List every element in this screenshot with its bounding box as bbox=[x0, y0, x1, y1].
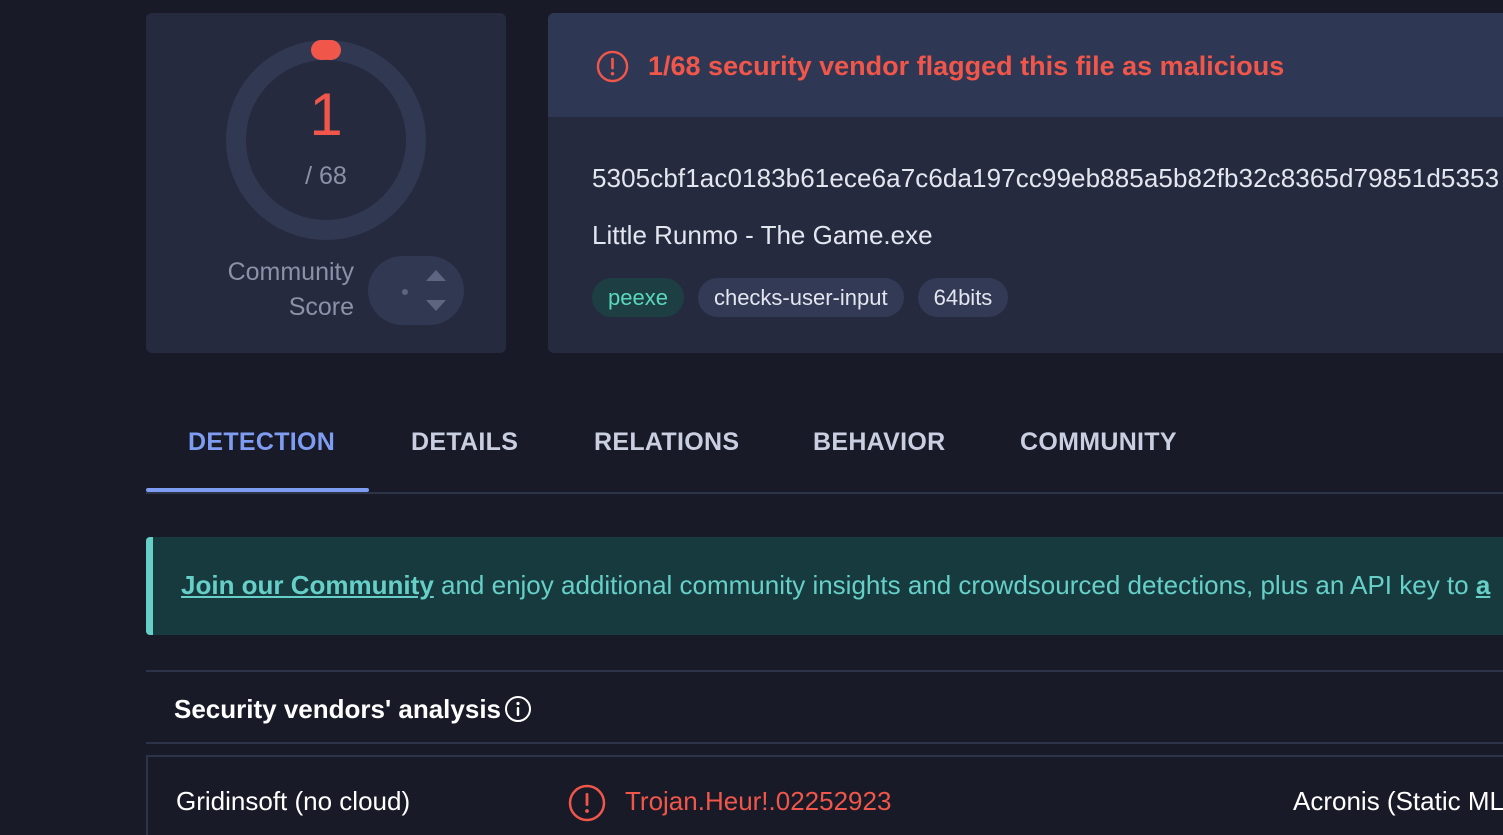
tabs-divider bbox=[146, 492, 1503, 494]
tag-peexe[interactable]: peexe bbox=[592, 278, 684, 317]
report-tabs: DETECTION DETAILS RELATIONS BEHAVIOR COM… bbox=[146, 400, 1503, 494]
table-row: Gridinsoft (no cloud) Trojan.Heur!.02252… bbox=[146, 755, 1503, 835]
community-vote-control[interactable] bbox=[368, 256, 464, 325]
detection-ring: 1 / 68 bbox=[226, 40, 426, 240]
vendor-result: Trojan.Heur!.02252923 bbox=[625, 786, 892, 816]
tab-details[interactable]: DETAILS bbox=[411, 428, 518, 457]
api-key-link[interactable]: a bbox=[1476, 570, 1490, 600]
file-name: Little Runmo - The Game.exe bbox=[592, 220, 933, 250]
vote-down-icon[interactable] bbox=[426, 300, 446, 311]
tag-64bits[interactable]: 64bits bbox=[917, 278, 1009, 317]
vendor-name: Acronis (Static ML) bbox=[1293, 786, 1503, 816]
vendors-title: Security vendors' analysis bbox=[174, 694, 502, 724]
alert-text: 1/68 security vendor flagged this file a… bbox=[648, 51, 1285, 81]
banner-text: Join our Community and enjoy additional … bbox=[181, 570, 1490, 601]
info-icon[interactable] bbox=[504, 695, 532, 723]
malicious-icon bbox=[568, 784, 606, 822]
file-tags: peexe checks-user-input 64bits bbox=[592, 278, 1009, 317]
tab-community[interactable]: COMMUNITY bbox=[1020, 428, 1177, 457]
community-score-dot bbox=[402, 289, 408, 295]
vendors-header: Security vendors' analysis bbox=[146, 670, 1503, 744]
tab-detection[interactable]: DETECTION bbox=[188, 428, 335, 457]
tag-checks-user-input[interactable]: checks-user-input bbox=[697, 278, 904, 317]
detection-score-card: 1 / 68 Community Score bbox=[146, 13, 506, 353]
community-score-label: Community Score bbox=[227, 258, 354, 321]
vendor-name: Gridinsoft (no cloud) bbox=[176, 786, 411, 816]
vote-up-icon[interactable] bbox=[426, 270, 446, 281]
alert-icon bbox=[596, 50, 629, 83]
malicious-alert-bar: 1/68 security vendor flagged this file a… bbox=[548, 13, 1503, 117]
file-hash[interactable]: 5305cbf1ac0183b61ece6a7c6da197cc99eb885a… bbox=[592, 163, 1499, 194]
tab-relations[interactable]: RELATIONS bbox=[594, 428, 739, 457]
join-community-link[interactable]: Join our Community bbox=[181, 570, 434, 600]
detection-total: / 68 bbox=[305, 162, 347, 190]
banner-message: and enjoy additional community insights … bbox=[433, 570, 1476, 600]
file-info-card: 1/68 security vendor flagged this file a… bbox=[548, 13, 1503, 353]
tab-behavior[interactable]: BEHAVIOR bbox=[813, 428, 946, 457]
banner-accent-edge bbox=[146, 537, 153, 635]
community-banner: Join our Community and enjoy additional … bbox=[146, 537, 1503, 635]
detection-count: 1 bbox=[309, 81, 343, 148]
